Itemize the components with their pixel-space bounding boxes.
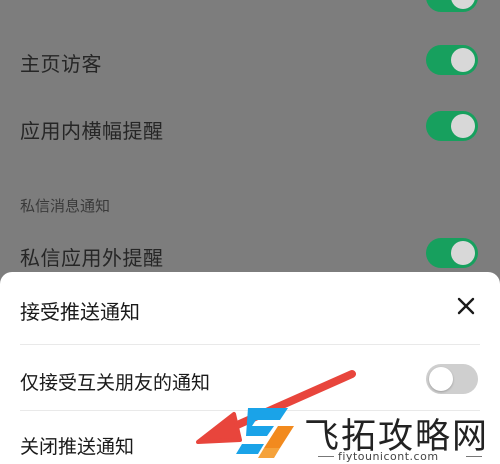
toggle-in-app-banner[interactable] — [426, 111, 478, 141]
row-label-dm-outside-app: 私信应用外提醒 — [20, 246, 164, 270]
toggle-mutual-friends-only[interactable] — [426, 364, 478, 394]
watermark-rule-right — [466, 456, 482, 457]
toggle-dm-outside-app[interactable] — [426, 238, 478, 268]
watermark-rule-left — [318, 456, 334, 457]
watermark-logo — [236, 408, 294, 458]
option-turn-off-push[interactable]: 关闭推送通知 — [20, 432, 134, 459]
toggle-knob — [451, 0, 475, 9]
close-icon — [457, 297, 475, 315]
divider — [20, 344, 480, 345]
toggle-knob — [451, 241, 475, 265]
toggle-knob — [451, 114, 475, 138]
option-mutual-friends-only[interactable]: 仅接受互关朋友的通知 — [20, 368, 210, 395]
watermark-url: fiytounicont.com — [338, 450, 439, 463]
toggle-homepage-visitors[interactable] — [426, 45, 478, 75]
close-button[interactable] — [454, 294, 478, 318]
settings-list: 主页访客 应用内横幅提醒 私信消息通知 私信应用外提醒 — [0, 0, 500, 290]
toggle-top-partial[interactable] — [426, 0, 478, 12]
row-label-in-app-banner: 应用内横幅提醒 — [20, 119, 164, 143]
section-title-dm-notifications: 私信消息通知 — [20, 197, 111, 215]
toggle-knob — [451, 48, 475, 72]
toggle-knob — [429, 367, 453, 391]
row-label-homepage-visitors: 主页访客 — [20, 52, 102, 76]
watermark: 飞拓攻略网 fiytounicont.com — [234, 404, 496, 464]
sheet-title: 接受推送通知 — [20, 300, 140, 324]
